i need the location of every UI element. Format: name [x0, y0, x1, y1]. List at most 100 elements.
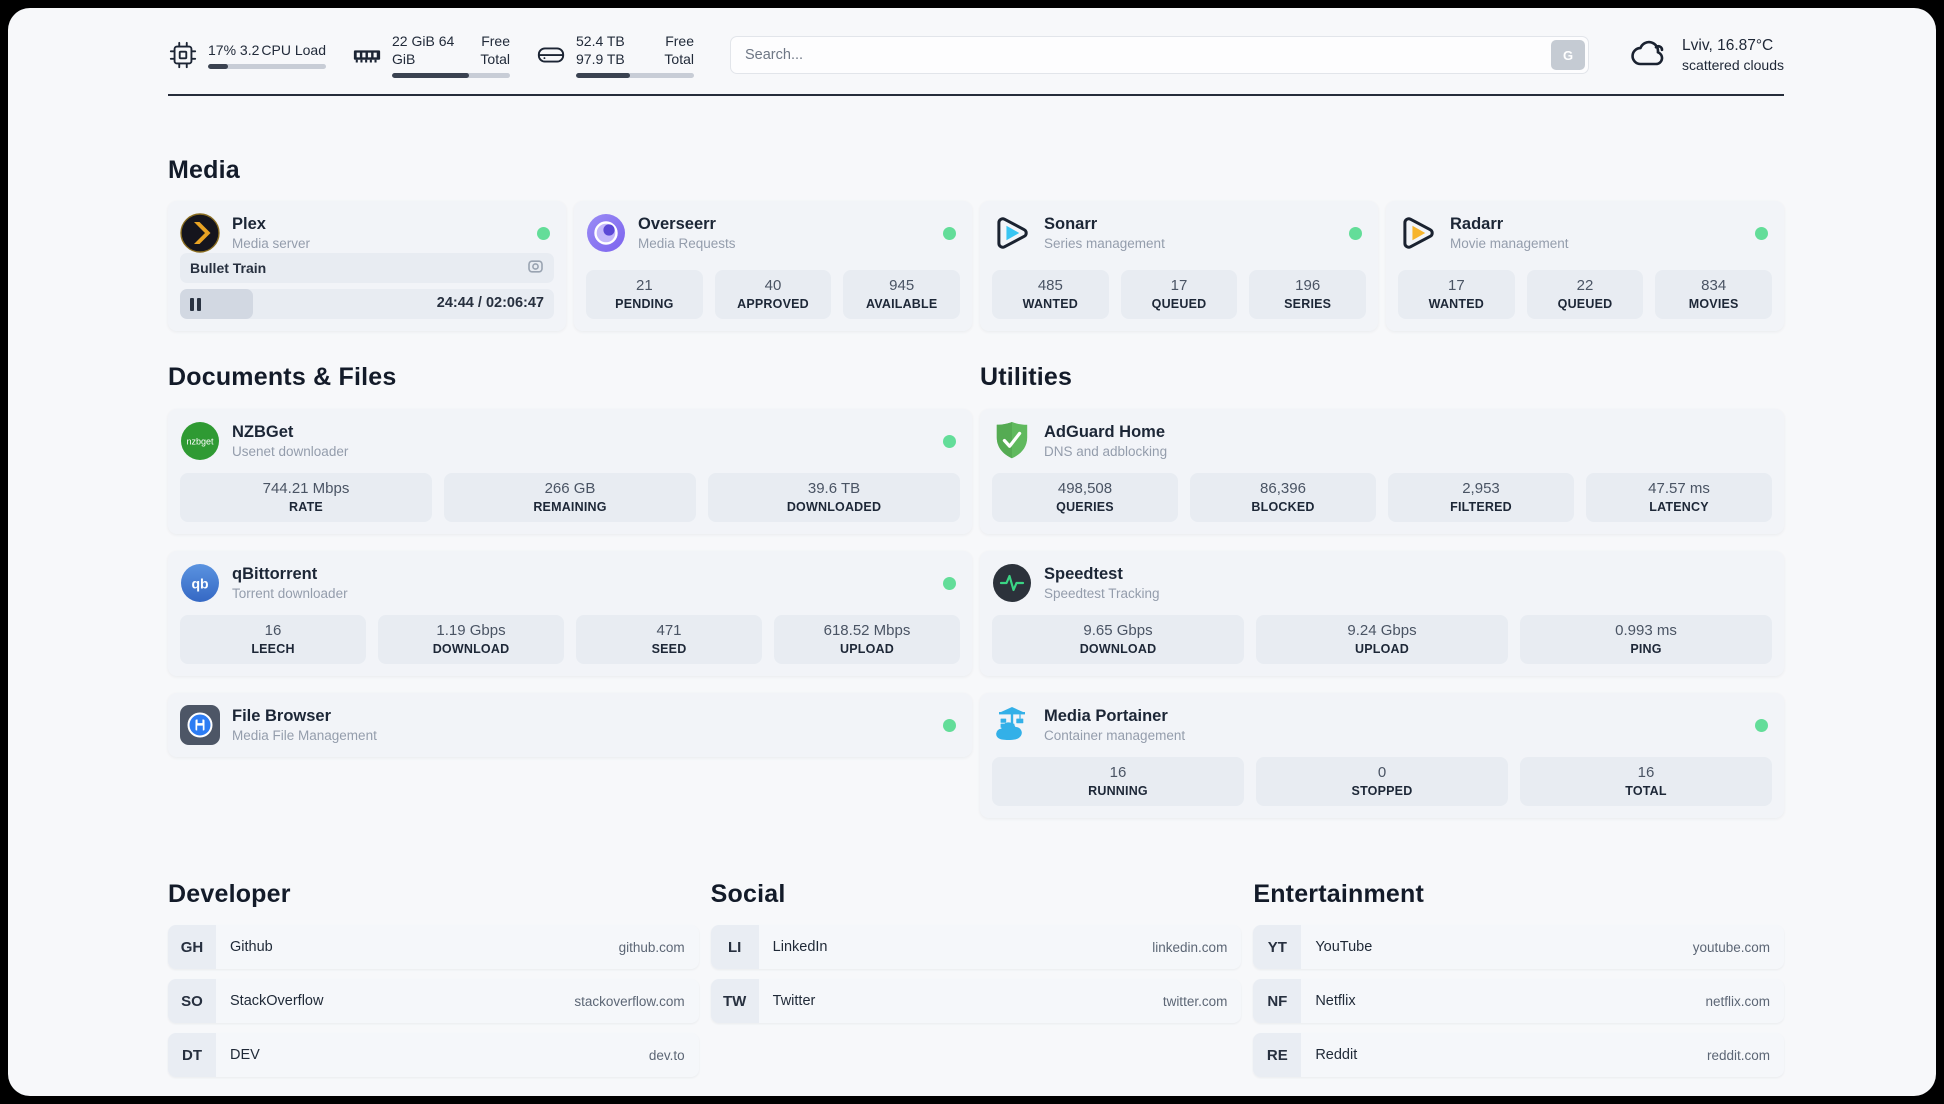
bookmark-badge: SO	[168, 979, 216, 1023]
section-title-entertainment: Entertainment	[1253, 880, 1425, 908]
bookmark-stackoverflow[interactable]: SO StackOverflow stackoverflow.com	[168, 979, 699, 1023]
app-name: Plex	[232, 215, 266, 233]
stat-wanted: 17 WANTED	[1398, 270, 1515, 319]
app-card-sonarr[interactable]: Sonarr Series management 485 WANTED 17 Q…	[980, 201, 1378, 331]
stat-download: 9.65 Gbps DOWNLOAD	[992, 615, 1244, 664]
section-title-documents: Documents & Files	[168, 363, 397, 391]
top-bar: 17% 3.2 CPU Load 22 GiB 64 GiB Free Tota…	[168, 32, 1784, 78]
bookmark-url: github.com	[618, 939, 685, 955]
section-utilities: Utilities AdGuard Home DNS and adblockin…	[980, 363, 1784, 818]
adguard-icon	[992, 421, 1032, 461]
bookmark-reddit[interactable]: RE Reddit reddit.com	[1253, 1033, 1784, 1077]
svg-text:qb: qb	[191, 576, 208, 592]
search-bar: G	[730, 36, 1590, 74]
app-name: File Browser	[232, 707, 332, 725]
app-card-overseerr[interactable]: Overseerr Media Requests 21 PENDING 40 A…	[574, 201, 972, 331]
playback-progress-bar: 24:44 / 02:06:47	[180, 289, 554, 319]
bookmark-name: LinkedIn	[772, 939, 828, 955]
stat-blocked: 86,396 BLOCKED	[1190, 473, 1376, 522]
bookmark-badge: DT	[168, 1033, 216, 1077]
status-online-dot	[1349, 226, 1362, 240]
app-card-portainer[interactable]: Media Portainer Container management 16 …	[980, 693, 1784, 818]
filebrowser-icon	[180, 705, 220, 745]
stat-stopped: 0 STOPPED	[1256, 757, 1508, 806]
app-description: Container management	[1044, 728, 1186, 743]
weather-location-temp: Lviv, 16.87°C	[1682, 37, 1774, 54]
status-online-dot	[537, 226, 550, 240]
memory-free-value: 22 GiB	[392, 33, 435, 49]
app-card-plex[interactable]: Plex Media server Bullet Train 24:44 / 0…	[168, 201, 566, 331]
section-entertainment: Entertainment YT YouTube youtube.com NF …	[1253, 880, 1784, 1077]
search-engine-button[interactable]: G	[1551, 40, 1586, 70]
app-name: Overseerr	[638, 215, 716, 233]
app-description: Torrent downloader	[232, 586, 348, 601]
section-media: Media Plex Media server Bullet Train 24:…	[168, 156, 1784, 331]
cpu-icon	[168, 40, 198, 70]
cpu-label: CPU	[261, 42, 291, 58]
stat-upload: 9.24 Gbps UPLOAD	[1256, 615, 1508, 664]
storage-free-value: 52.4 TB	[576, 33, 625, 49]
nzbget-icon: nzbget	[180, 421, 220, 461]
bookmark-url: linkedin.com	[1152, 939, 1228, 955]
ram-icon	[352, 40, 382, 70]
stat-queries: 498,508 QUERIES	[992, 473, 1178, 522]
status-online-dot	[943, 576, 956, 590]
app-name: Sonarr	[1044, 215, 1098, 233]
storage-free-label: Free	[665, 33, 694, 49]
app-description: Movie management	[1450, 236, 1569, 251]
stat-latency: 47.57 ms LATENCY	[1586, 473, 1772, 522]
bookmark-github[interactable]: GH Github github.com	[168, 925, 699, 969]
search-input[interactable]	[730, 36, 1590, 74]
bookmark-name: DEV	[230, 1047, 260, 1063]
section-title-social: Social	[710, 880, 786, 908]
app-card-filebrowser[interactable]: File Browser Media File Management	[168, 693, 972, 757]
cpu-load-label: Load	[294, 42, 326, 58]
system-resources: 17% 3.2 CPU Load 22 GiB 64 GiB Free Tota…	[168, 32, 694, 78]
app-description: Usenet downloader	[232, 444, 349, 459]
pause-icon[interactable]	[190, 297, 201, 311]
bookmark-badge: LI	[710, 925, 759, 969]
app-description: DNS and adblocking	[1044, 444, 1168, 459]
bookmark-twitter[interactable]: TW Twitter twitter.com	[710, 979, 1242, 1023]
portainer-icon	[992, 705, 1032, 745]
bookmark-badge: YT	[1253, 925, 1302, 969]
sonarr-icon	[992, 213, 1032, 253]
memory-resource-widget: 22 GiB 64 GiB Free Total	[352, 32, 510, 78]
stat-seed: 471 SEED	[576, 615, 762, 664]
bookmark-dev[interactable]: DT DEV dev.to	[168, 1033, 699, 1077]
app-name: qBittorrent	[232, 565, 318, 583]
stat-downloaded: 39.6 TB DOWNLOADED	[708, 473, 960, 522]
section-title-utilities: Utilities	[980, 363, 1073, 391]
bookmark-name: YouTube	[1315, 939, 1373, 955]
cpu-resource-widget: 17% 3.2 CPU Load	[168, 32, 326, 78]
stat-pending: 21 PENDING	[586, 270, 703, 319]
app-description: Media File Management	[232, 728, 377, 743]
bookmark-name: Reddit	[1315, 1047, 1358, 1063]
dashboard: 17% 3.2 CPU Load 22 GiB 64 GiB Free Tota…	[8, 8, 1936, 1096]
bookmark-name: Netflix	[1315, 993, 1356, 1009]
app-name: AdGuard Home	[1044, 423, 1166, 441]
bookmark-badge: GH	[168, 925, 216, 969]
bookmark-linkedin[interactable]: LI LinkedIn linkedin.com	[710, 925, 1242, 969]
bookmark-youtube[interactable]: YT YouTube youtube.com	[1253, 925, 1784, 969]
bookmark-badge: NF	[1253, 979, 1302, 1023]
app-description: Media server	[232, 236, 311, 251]
section-developer: Developer GH Github github.com SO StackO…	[168, 880, 699, 1077]
app-name: Media Portainer	[1044, 707, 1168, 725]
app-card-radarr[interactable]: Radarr Movie management 17 WANTED 22 QUE…	[1386, 201, 1784, 331]
radarr-icon	[1398, 213, 1438, 253]
app-card-nzbget[interactable]: nzbget NZBGet Usenet downloader 744.21 M…	[168, 409, 972, 534]
section-title-developer: Developer	[168, 880, 291, 908]
app-card-qbittorrent[interactable]: qb qBittorrent Torrent downloader 16 LEE…	[168, 551, 972, 676]
bookmark-badge: RE	[1253, 1033, 1302, 1077]
app-description: Media Requests	[638, 236, 736, 251]
stat-running: 16 RUNNING	[992, 757, 1244, 806]
stat-download: 1.19 Gbps DOWNLOAD	[378, 615, 564, 664]
stat-remaining: 266 GB REMAINING	[444, 473, 696, 522]
app-card-speedtest[interactable]: Speedtest Speedtest Tracking 9.65 Gbps D…	[980, 551, 1784, 676]
bookmark-name: Github	[230, 939, 273, 955]
bookmark-netflix[interactable]: NF Netflix netflix.com	[1253, 979, 1784, 1023]
stat-series: 196 SERIES	[1249, 270, 1367, 319]
cpu-usage-bar	[208, 64, 326, 69]
app-card-adguard[interactable]: AdGuard Home DNS and adblocking 498,508 …	[980, 409, 1784, 534]
